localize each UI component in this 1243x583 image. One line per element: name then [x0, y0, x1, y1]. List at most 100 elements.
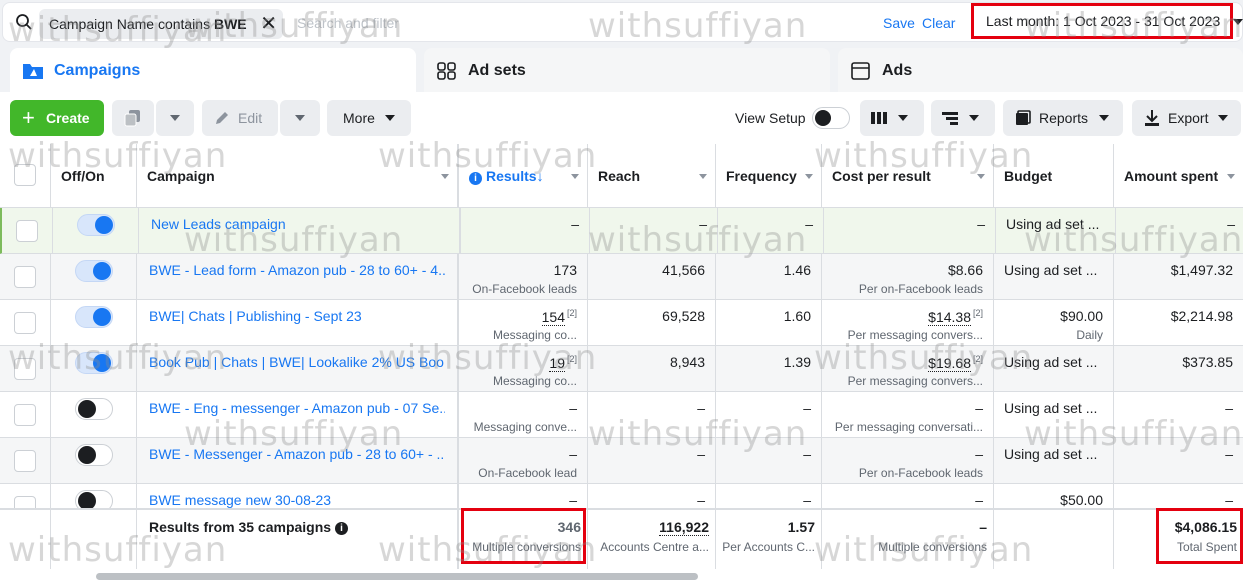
header-offon[interactable]: Off/On: [51, 144, 137, 208]
filter-chip[interactable]: Campaign Name contains BWE ✕: [39, 9, 283, 39]
cell-sw: [51, 300, 137, 346]
create-button[interactable]: + Create: [10, 100, 104, 136]
cell-sel: [0, 392, 51, 438]
duplicate-button[interactable]: [112, 100, 154, 136]
sort-icon[interactable]: [571, 174, 579, 179]
edit-button[interactable]: Edit: [202, 100, 278, 136]
date-range-picker[interactable]: Last month: 1 Oct 2023 - 31 Oct 2023: [971, 3, 1233, 39]
campaign-toggle[interactable]: [75, 398, 113, 420]
sort-icon[interactable]: [441, 174, 449, 179]
toggle-knob: [78, 446, 96, 464]
table-row[interactable]: BWE - Eng - messenger - Amazon pub - 07 …: [0, 392, 1243, 438]
edit-dropdown-button[interactable]: [280, 100, 320, 136]
tab-campaigns[interactable]: Campaigns: [10, 48, 416, 94]
campaign-name-link[interactable]: BWE - Lead form - Amazon pub - 28 to 60+…: [149, 262, 445, 278]
campaign-name-link[interactable]: BWE - Eng - messenger - Amazon pub - 07 …: [149, 400, 445, 416]
campaign-toggle[interactable]: [75, 306, 113, 328]
results-value: –: [569, 400, 577, 416]
results-value: 173: [554, 262, 577, 278]
header-select: [0, 144, 51, 208]
more-button[interactable]: More: [327, 100, 411, 136]
sort-icon[interactable]: [977, 174, 985, 179]
search-icon[interactable]: [15, 13, 33, 31]
header-reach[interactable]: Reach: [588, 144, 716, 208]
campaign-name-link[interactable]: Book Pub | Chats | BWE| Lookalike 2% US …: [149, 354, 445, 370]
header-campaign[interactable]: Campaign: [137, 144, 459, 208]
table-row[interactable]: BWE - Lead form - Amazon pub - 28 to 60+…: [0, 254, 1243, 300]
info-icon[interactable]: i: [469, 172, 482, 185]
cell-sel: [0, 300, 51, 346]
table-row[interactable]: BWE| Chats | Publishing - Sept 23 154 [2] M…: [0, 300, 1243, 346]
budget-value: Using ad set ...: [1004, 446, 1098, 462]
cpr-number: –: [977, 216, 985, 232]
header-results[interactable]: i Results↓: [459, 144, 588, 208]
search-input[interactable]: Search and filter: [297, 15, 399, 31]
clear-filter-link[interactable]: Clear: [922, 15, 955, 31]
sort-icon[interactable]: [699, 174, 707, 179]
cell-budget: Using ad set ...: [994, 438, 1114, 484]
info-icon[interactable]: i: [335, 522, 349, 535]
row-checkbox[interactable]: [14, 450, 36, 472]
cpr-sub: Per on-Facebook leads: [858, 466, 983, 480]
cell-cpr: – Per messaging conversati...: [822, 392, 994, 438]
results-note: [2]: [566, 354, 577, 364]
sort-icon[interactable]: [1227, 174, 1235, 179]
tab-ads[interactable]: Ads: [838, 48, 1243, 94]
cell-cpr: $14.38 [2] Per messaging convers...: [822, 300, 994, 346]
results-highlight-box: [461, 508, 586, 564]
table-row[interactable]: BWE - Messenger - Amazon pub - 28 to 60+…: [0, 438, 1243, 484]
view-setup-label: View Setup: [735, 110, 806, 126]
results-sub: On-Facebook lead: [478, 466, 577, 480]
cell-sw: [51, 438, 137, 484]
table-row[interactable]: Book Pub | Chats | BWE| Lookalike 2% US …: [0, 346, 1243, 392]
cpr-number: –: [975, 492, 983, 508]
spent-value: $373.85: [1182, 354, 1233, 370]
duplicate-dropdown-button[interactable]: [156, 100, 194, 136]
breakdown-button[interactable]: [931, 100, 995, 136]
ad-icon: [851, 62, 870, 80]
scrollbar-thumb[interactable]: [96, 573, 698, 580]
chevron-down-icon[interactable]: [1233, 19, 1243, 25]
cell-sel: [0, 438, 51, 484]
footer-reach-sub: Accounts Centre a...: [600, 540, 709, 554]
row-checkbox[interactable]: [16, 220, 38, 242]
campaign-toggle[interactable]: [77, 214, 115, 236]
cpr-number: $19.68: [928, 354, 971, 372]
pencil-icon: [216, 112, 228, 124]
campaign-name-link[interactable]: BWE - Messenger - Amazon pub - 28 to 60+…: [149, 446, 445, 462]
campaign-name-link[interactable]: New Leads campaign: [151, 216, 447, 232]
export-button[interactable]: Export: [1132, 100, 1241, 136]
header-amount-spent[interactable]: Amount spent: [1114, 144, 1243, 208]
table-row[interactable]: New Leads campaign – – – – Using ad set ... –: [0, 208, 1243, 254]
cell-frequency: –: [718, 208, 824, 254]
select-all-checkbox[interactable]: [14, 164, 36, 186]
view-setup-toggle[interactable]: [812, 107, 850, 129]
tab-ad-sets[interactable]: Ad sets: [424, 48, 830, 94]
sort-icon[interactable]: [805, 174, 813, 179]
campaign-toggle[interactable]: [75, 444, 113, 466]
row-checkbox[interactable]: [14, 358, 36, 380]
cpr-number: $8.66: [947, 262, 983, 278]
header-budget[interactable]: Budget: [994, 144, 1114, 208]
cell-reach: 8,943: [588, 346, 716, 392]
save-filter-link[interactable]: Save: [883, 15, 915, 31]
tab-ads-label: Ads: [882, 62, 913, 79]
results-value: –: [569, 446, 577, 462]
campaign-name-link[interactable]: BWE| Chats | Publishing - Sept 23: [149, 308, 445, 324]
horizontal-scrollbar[interactable]: [0, 569, 1243, 583]
campaign-name-link[interactable]: BWE message new 30-08-23: [149, 492, 445, 508]
cell-results: 173 On-Facebook leads: [459, 254, 588, 300]
campaign-toggle[interactable]: [75, 352, 113, 374]
campaign-toggle[interactable]: [75, 260, 113, 282]
spent-value: –: [1225, 400, 1233, 416]
row-checkbox[interactable]: [14, 312, 36, 334]
toggle-knob: [93, 262, 111, 280]
columns-button[interactable]: [860, 100, 924, 136]
row-checkbox[interactable]: [14, 404, 36, 426]
header-cost-per-result[interactable]: Cost per result: [822, 144, 994, 208]
row-checkbox[interactable]: [14, 266, 36, 288]
reports-button[interactable]: Reports: [1003, 100, 1123, 136]
footer-frequency-value: 1.57: [787, 519, 815, 535]
close-icon[interactable]: ✕: [260, 9, 277, 39]
header-frequency[interactable]: Frequency: [716, 144, 822, 208]
